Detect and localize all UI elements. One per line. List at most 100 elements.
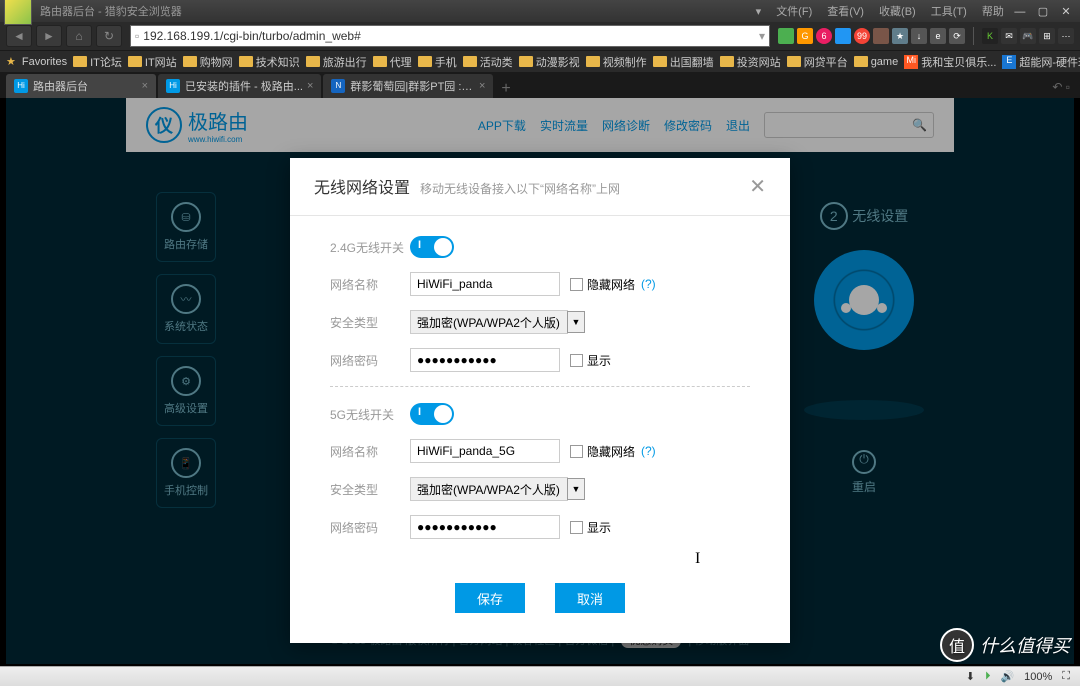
ext-icon[interactable]: 99 [854, 28, 870, 44]
bookmark-item[interactable]: game [854, 56, 899, 68]
arrow-down-icon[interactable]: ▾ [756, 6, 762, 18]
show-password-checkbox[interactable] [570, 354, 583, 367]
bookmark-item[interactable]: 活动类 [463, 54, 513, 70]
ext-icon[interactable]: ✉ [1001, 28, 1017, 44]
hide-network-checkbox[interactable] [570, 445, 583, 458]
bookmark-item[interactable]: 旅游出行 [306, 54, 367, 70]
menu-help[interactable]: 帮助 [982, 6, 1004, 18]
ext-icon[interactable]: ⟳ [949, 28, 965, 44]
hide-network-checkbox[interactable] [570, 278, 583, 291]
chevron-down-icon[interactable]: ▼ [567, 478, 585, 500]
close-tab-icon[interactable]: × [479, 80, 485, 92]
close-button[interactable]: ✕ [1056, 5, 1076, 18]
bookmark-item[interactable]: 动漫影视 [519, 54, 580, 70]
bookmark-item[interactable]: E超能网-硬件玩... [1002, 54, 1080, 70]
ext-icon[interactable] [778, 28, 794, 44]
new-tab-button[interactable]: + [495, 80, 516, 98]
bookmark-item[interactable]: Mi我和宝贝俱乐... [904, 54, 996, 70]
wireless-settings-modal: 无线网络设置 移动无线设备接入以下“网络名称”上网 ✕ 2.4G无线开关 网络名… [290, 158, 790, 643]
label-security: 安全类型 [330, 481, 410, 498]
ext-icon[interactable] [835, 28, 851, 44]
dropdown-icon[interactable]: ▾ [759, 29, 765, 43]
bookmarks-bar: ★ Favorites IT论坛 IT网站 购物网 技术知识 旅游出行 代理 手… [0, 50, 1080, 72]
sound-icon[interactable]: 🔊 [1000, 670, 1014, 683]
menu-file[interactable]: 文件(F) [776, 6, 812, 18]
zoom-label[interactable]: 100% [1024, 671, 1052, 683]
maximize-button[interactable]: ▢ [1033, 5, 1053, 18]
bookmark-item[interactable]: Favorites [22, 56, 67, 68]
star-icon[interactable]: ★ [6, 55, 16, 68]
user-avatar[interactable] [4, 0, 32, 25]
bookmark-item[interactable]: 出国翻墙 [653, 54, 714, 70]
download-icon[interactable]: ⬇ [966, 670, 975, 683]
ssid-24g-input[interactable] [410, 272, 560, 296]
bookmark-item[interactable]: 代理 [373, 54, 412, 70]
bookmark-item[interactable]: IT论坛 [73, 54, 122, 70]
ext-icon[interactable]: K [982, 28, 998, 44]
ext-icon[interactable] [873, 28, 889, 44]
accel-icon[interactable]: ⏵ [985, 670, 991, 683]
close-tab-icon[interactable]: × [142, 80, 148, 92]
modal-title: 无线网络设置 [314, 174, 410, 198]
close-tab-icon[interactable]: × [307, 80, 313, 92]
save-button[interactable]: 保存 [455, 583, 525, 613]
fullscreen-icon[interactable]: ⛶ [1062, 670, 1070, 683]
label-hide: 隐藏网络 [587, 276, 635, 293]
tab-strip: Hi 路由器后台 × Hi 已安装的插件 - 极路由... × N 群影葡萄园|… [0, 72, 1080, 98]
address-bar[interactable]: ▫ 192.168.199.1/cgi-bin/turbo/admin_web#… [130, 25, 770, 47]
modal-overlay: 无线网络设置 移动无线设备接入以下“网络名称”上网 ✕ 2.4G无线开关 网络名… [6, 98, 1074, 664]
window-titlebar: 路由器后台 - 猎豹安全浏览器 ▾ 文件(F) 查看(V) 收藏(B) 工具(T… [0, 0, 1080, 22]
label-show: 显示 [587, 519, 611, 536]
label-ssid: 网络名称 [330, 276, 410, 293]
page-content: 仪 极路由 www.hiwifi.com APP下载 实时流量 网络诊断 修改密… [6, 98, 1074, 664]
label-security: 安全类型 [330, 314, 410, 331]
bookmark-item[interactable]: 投资网站 [720, 54, 781, 70]
show-password-checkbox[interactable] [570, 521, 583, 534]
ext-icon[interactable]: ⊞ [1039, 28, 1055, 44]
ext-icon[interactable]: ★ [892, 28, 908, 44]
label-password: 网络密码 [330, 519, 410, 536]
bookmark-item[interactable]: 技术知识 [239, 54, 300, 70]
bookmark-item[interactable]: 购物网 [183, 54, 233, 70]
label-hide: 隐藏网络 [587, 443, 635, 460]
tab-router-admin[interactable]: Hi 路由器后台 × [6, 74, 156, 98]
bookmark-item[interactable]: IT网站 [128, 54, 177, 70]
help-link[interactable]: (?) [641, 444, 656, 458]
home-button[interactable]: ⌂ [66, 25, 92, 47]
menu-icon[interactable]: ⋯ [1058, 28, 1074, 44]
label-password: 网络密码 [330, 352, 410, 369]
password-24g-input[interactable] [410, 348, 560, 372]
security-24g-select[interactable]: 强加密(WPA/WPA2个人版) [410, 310, 568, 334]
ssid-5g-input[interactable] [410, 439, 560, 463]
ext-icon[interactable]: 🎮 [1020, 28, 1036, 44]
reload-button[interactable]: ↻ [96, 25, 122, 47]
toggle-24g[interactable] [410, 236, 454, 258]
minimize-button[interactable]: — [1010, 6, 1030, 18]
tab-plugins[interactable]: Hi 已安装的插件 - 极路由... × [158, 74, 321, 98]
tab-pt[interactable]: N 群影葡萄园|群影PT园 :: ... × [323, 74, 493, 98]
label-ssid: 网络名称 [330, 443, 410, 460]
restore-tab-icon[interactable]: ↶ ▫ [1048, 76, 1074, 98]
forward-button[interactable]: ► [36, 25, 62, 47]
help-link[interactable]: (?) [641, 277, 656, 291]
ext-icon[interactable]: G [797, 28, 813, 44]
bookmark-item[interactable]: 视频制作 [586, 54, 647, 70]
favicon-icon: Hi [166, 79, 180, 93]
chevron-down-icon[interactable]: ▼ [567, 311, 585, 333]
url-text: 192.168.199.1/cgi-bin/turbo/admin_web# [143, 29, 361, 43]
cancel-button[interactable]: 取消 [555, 583, 625, 613]
ext-icon[interactable]: e [930, 28, 946, 44]
page-icon: ▫ [135, 29, 139, 43]
security-5g-select[interactable]: 强加密(WPA/WPA2个人版) [410, 477, 568, 501]
back-button[interactable]: ◄ [6, 25, 32, 47]
modal-close-button[interactable]: ✕ [749, 174, 766, 199]
menu-tools[interactable]: 工具(T) [931, 6, 967, 18]
bookmark-item[interactable]: 网贷平台 [787, 54, 848, 70]
bookmark-item[interactable]: 手机 [418, 54, 457, 70]
ext-icon[interactable]: ↓ [911, 28, 927, 44]
menu-view[interactable]: 查看(V) [827, 6, 864, 18]
menu-favorites[interactable]: 收藏(B) [879, 6, 916, 18]
toggle-5g[interactable] [410, 403, 454, 425]
password-5g-input[interactable] [410, 515, 560, 539]
ext-icon[interactable]: 6 [816, 28, 832, 44]
